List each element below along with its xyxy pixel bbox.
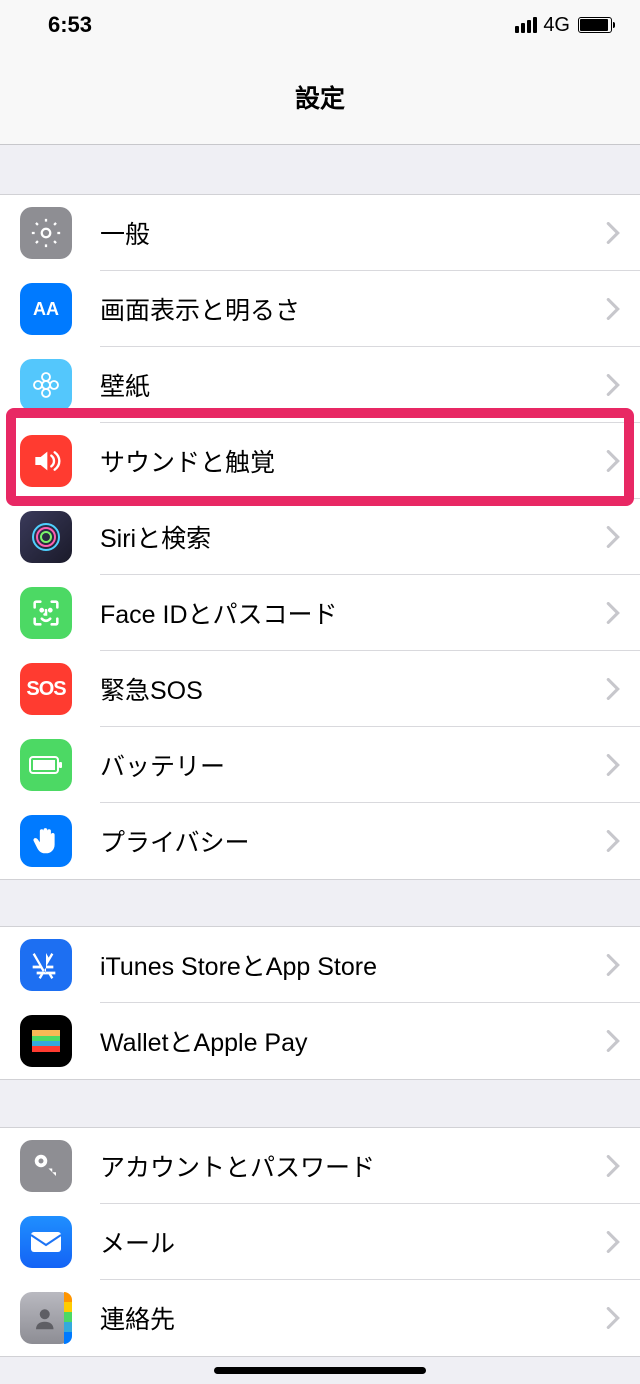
chevron-right-icon [606, 450, 620, 472]
row-accounts[interactable]: アカウントとパスワード [0, 1128, 640, 1204]
page-title: 設定 [295, 79, 345, 115]
row-privacy[interactable]: プライバシー [0, 803, 640, 879]
mail-icon [20, 1216, 72, 1268]
chevron-right-icon [606, 754, 620, 776]
appstore-icon [20, 939, 72, 991]
chevron-right-icon [606, 222, 620, 244]
row-label: アカウントとパスワード [100, 1148, 606, 1184]
contacts-icon [20, 1292, 72, 1344]
row-label: メール [100, 1224, 606, 1260]
settings-group-2: iTunes StoreとApp Store WalletとApple Pay [0, 926, 640, 1080]
row-label: Siriと検索 [100, 519, 606, 555]
hand-icon [20, 815, 72, 867]
row-wallpaper[interactable]: 壁紙 [0, 347, 640, 423]
wallet-icon [20, 1015, 72, 1067]
chevron-right-icon [606, 1307, 620, 1329]
chevron-right-icon [606, 954, 620, 976]
chevron-right-icon [606, 1231, 620, 1253]
row-battery[interactable]: バッテリー [0, 727, 640, 803]
row-label: WalletとApple Pay [100, 1023, 606, 1059]
row-label: 画面表示と明るさ [100, 291, 606, 327]
row-display[interactable]: AA 画面表示と明るさ [0, 271, 640, 347]
row-label: 緊急SOS [100, 671, 606, 707]
settings-group-3: アカウントとパスワード メール 連絡先 [0, 1127, 640, 1357]
sos-icon: SOS [20, 663, 72, 715]
chevron-right-icon [606, 374, 620, 396]
row-label: iTunes StoreとApp Store [100, 947, 606, 983]
battery-icon [578, 17, 612, 33]
row-label: サウンドと触覚 [100, 443, 606, 479]
row-sounds[interactable]: サウンドと触覚 [0, 423, 640, 499]
row-wallet[interactable]: WalletとApple Pay [0, 1003, 640, 1079]
chevron-right-icon [606, 1155, 620, 1177]
text-size-icon: AA [20, 283, 72, 335]
faceid-icon [20, 587, 72, 639]
chevron-right-icon [606, 1030, 620, 1052]
row-label: Face IDとパスコード [100, 595, 606, 631]
row-mail[interactable]: メール [0, 1204, 640, 1280]
status-indicators: 4G [515, 14, 612, 37]
chevron-right-icon [606, 602, 620, 624]
row-contacts[interactable]: 連絡先 [0, 1280, 640, 1356]
nav-header: 設定 [0, 50, 640, 145]
status-bar: 6:53 4G [0, 0, 640, 50]
signal-icon [515, 17, 537, 33]
row-sos[interactable]: SOS 緊急SOS [0, 651, 640, 727]
row-general[interactable]: 一般 [0, 195, 640, 271]
battery-icon [20, 739, 72, 791]
chevron-right-icon [606, 678, 620, 700]
flower-icon [20, 359, 72, 411]
chevron-right-icon [606, 830, 620, 852]
speaker-icon [20, 435, 72, 487]
chevron-right-icon [606, 298, 620, 320]
row-label: プライバシー [100, 823, 606, 859]
row-faceid[interactable]: Face IDとパスコード [0, 575, 640, 651]
settings-group-1: 一般 AA 画面表示と明るさ 壁紙 サウンドと触覚 Siriと検索 [0, 194, 640, 880]
key-icon [20, 1140, 72, 1192]
network-label: 4G [543, 14, 570, 37]
status-time: 6:53 [48, 12, 92, 38]
row-label: バッテリー [100, 747, 606, 783]
row-itunes[interactable]: iTunes StoreとApp Store [0, 927, 640, 1003]
chevron-right-icon [606, 526, 620, 548]
row-label: 壁紙 [100, 367, 606, 403]
row-label: 一般 [100, 215, 606, 251]
gear-icon [20, 207, 72, 259]
row-label: 連絡先 [100, 1300, 606, 1336]
siri-icon [20, 511, 72, 563]
home-indicator[interactable] [214, 1367, 426, 1374]
row-siri[interactable]: Siriと検索 [0, 499, 640, 575]
